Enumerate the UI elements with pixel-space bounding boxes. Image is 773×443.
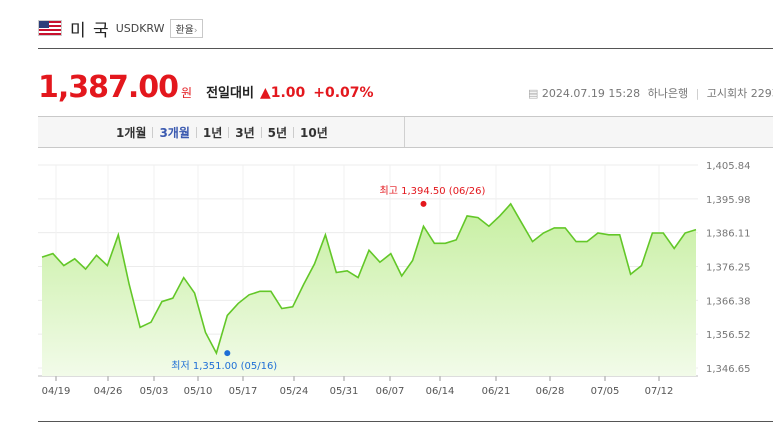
x-tick-label: 04/26 xyxy=(94,386,123,397)
y-tick-label: 1,356.52 xyxy=(706,330,751,341)
exchange-rate-chart: 1,405.84 1,395.98 1,386.11 1,376.25 1,366.38… xyxy=(38,161,751,397)
x-tick-label: 07/12 xyxy=(645,386,674,397)
x-tick-label: 05/24 xyxy=(280,386,309,397)
bottom-divider xyxy=(38,421,773,422)
y-tick-label: 1,346.65 xyxy=(706,364,751,375)
y-tick-label: 1,386.11 xyxy=(706,229,751,240)
high-label: 최고 1,394.50 (06/26) xyxy=(380,185,486,197)
y-tick-label: 1,405.84 xyxy=(706,161,751,172)
x-tick-label: 06/07 xyxy=(376,386,405,397)
x-tick-label: 06/14 xyxy=(426,386,455,397)
x-tick-label: 06/21 xyxy=(482,386,511,397)
high-point xyxy=(420,200,427,207)
y-tick-label: 1,366.38 xyxy=(706,296,751,307)
x-tick-label: 05/31 xyxy=(330,386,359,397)
low-label: 최저 1,351.00 (05/16) xyxy=(171,360,277,372)
low-point xyxy=(224,350,231,357)
series-area xyxy=(42,203,696,376)
x-tick-label: 05/03 xyxy=(140,386,169,397)
y-tick-label: 1,376.25 xyxy=(706,263,751,274)
x-tick-label: 06/28 xyxy=(536,386,565,397)
x-tick-label: 04/19 xyxy=(42,386,71,397)
x-tick-label: 05/17 xyxy=(229,386,258,397)
x-tick-label: 07/05 xyxy=(591,386,620,397)
y-tick-label: 1,395.98 xyxy=(706,195,751,206)
x-tick-label: 05/10 xyxy=(184,386,213,397)
